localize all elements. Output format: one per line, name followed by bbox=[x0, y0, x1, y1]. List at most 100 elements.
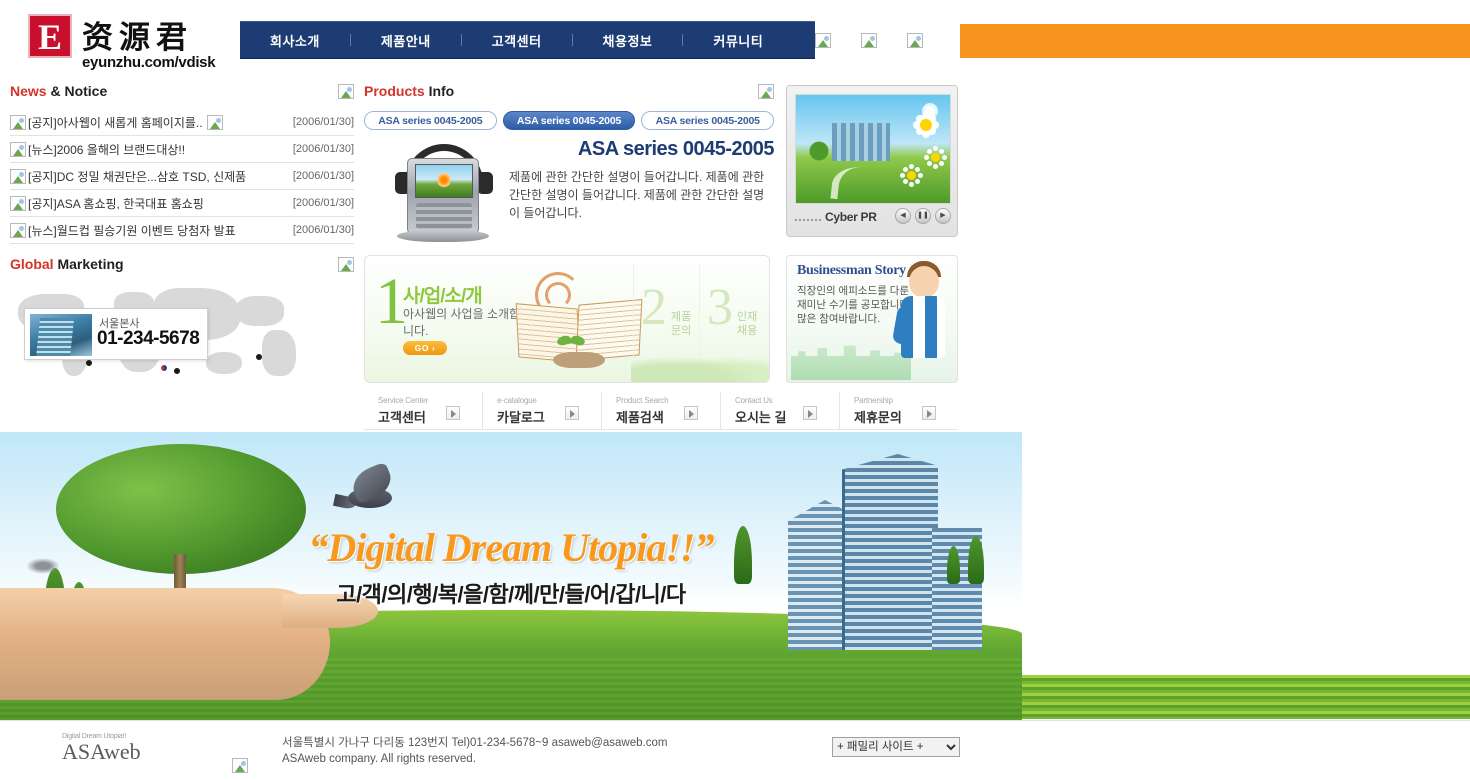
page-root: E 资源君 eyunzhu.com/vdisk 회사소개 제품안내 고객센터 채… bbox=[0, 0, 1470, 780]
quick-link-kr-label: 오시는 길 bbox=[735, 410, 787, 425]
promo-banner[interactable]: 1 사/업/소/개 아사웹의 사업을 소개합니다. GO › 2 제품 문의 3… bbox=[364, 255, 770, 383]
global-more-icon[interactable] bbox=[338, 257, 354, 272]
quick-link-service-center[interactable]: Service Center 고객센터 bbox=[364, 392, 482, 429]
quick-link-kr-label: 제휴문의 bbox=[854, 410, 902, 425]
hero-banner: “Digital Dream Utopia!!” 고/객/의/행/복/을/함/께… bbox=[0, 432, 1022, 720]
bullet-icon bbox=[10, 222, 26, 238]
news-list-item[interactable]: [뉴스]2006 올해의 브랜드대상!! [2006/01/30] bbox=[10, 136, 354, 163]
go-arrow-icon[interactable] bbox=[922, 406, 936, 420]
quick-link-product-search[interactable]: Product Search 제품검색 bbox=[601, 392, 720, 429]
products-info-section: Products Info ASA series 0045-2005 ASA s… bbox=[364, 83, 775, 255]
header-utility-icons bbox=[815, 33, 923, 48]
go-arrow-icon[interactable] bbox=[684, 406, 698, 420]
promo-go-button[interactable]: GO › bbox=[403, 341, 447, 355]
dotted-divider bbox=[795, 219, 821, 221]
businessman-illustration bbox=[891, 260, 951, 380]
product-title: ASA series 0045-2005 bbox=[577, 138, 775, 160]
new-badge-icon bbox=[206, 114, 223, 130]
nav-item-products[interactable]: 제품안내 bbox=[351, 31, 461, 50]
nav-item-recruit[interactable]: 채용정보 bbox=[573, 31, 683, 50]
broken-image-icon bbox=[232, 758, 248, 773]
promo-title-1: 사/업/소/개 bbox=[403, 286, 483, 307]
product-shadow bbox=[397, 230, 489, 242]
city-skyline-graphic bbox=[832, 123, 890, 161]
businessman-story-banner[interactable]: Businessman Story 직장인의 에피소드를 다룬 재미난 수기를 … bbox=[786, 255, 958, 383]
tab-product-2[interactable]: ASA series 0045-2005 bbox=[502, 111, 636, 130]
news-item-title[interactable]: [공지]DC 정밀 채권단은...삼호 TSD, 신제품 bbox=[28, 168, 246, 185]
footer-logo[interactable]: Digital Dream Utopia!! ASAweb bbox=[62, 733, 141, 764]
bullet-icon bbox=[10, 168, 26, 184]
news-more-icon[interactable] bbox=[338, 84, 354, 99]
next-button[interactable]: ▶ bbox=[935, 208, 951, 224]
pause-button[interactable]: ❚❚ bbox=[915, 208, 931, 224]
pda-screen bbox=[415, 164, 473, 198]
go-arrow-icon[interactable] bbox=[803, 406, 817, 420]
headset-earcup-right bbox=[477, 172, 493, 194]
news-item-title[interactable]: [공지]ASA 홈쇼핑, 한국대표 홈쇼핑 bbox=[28, 195, 204, 212]
product-photo bbox=[389, 140, 499, 245]
header-orange-banner bbox=[960, 24, 1470, 58]
nav-item-customer-center[interactable]: 고객센터 bbox=[462, 31, 572, 50]
pause-icon: ❚❚ bbox=[917, 212, 929, 219]
news-list-item[interactable]: [공지]아사웹이 새롭게 홈페이지를.. [2006/01/30] bbox=[10, 109, 354, 136]
map-marker[interactable] bbox=[174, 368, 180, 374]
map-marker-korea-flag[interactable] bbox=[158, 364, 170, 373]
products-more-icon[interactable] bbox=[758, 84, 774, 99]
broken-image-icon[interactable] bbox=[861, 33, 877, 48]
news-list-item[interactable]: [공지]DC 정밀 채권단은...삼호 TSD, 신제품 [2006/01/30… bbox=[10, 163, 354, 190]
map-marker[interactable] bbox=[86, 360, 92, 366]
quick-link-en-label: Product Search bbox=[616, 396, 669, 405]
logo-mark-icon: E bbox=[28, 14, 72, 58]
tab-product-1[interactable]: ASA series 0045-2005 bbox=[364, 111, 497, 130]
bullet-icon bbox=[10, 141, 26, 157]
prev-button[interactable]: ◀ bbox=[895, 208, 911, 224]
site-logo[interactable]: E 资源君 eyunzhu.com/vdisk bbox=[10, 14, 230, 71]
news-item-title[interactable]: [공지]아사웹이 새롭게 홈페이지를.. bbox=[28, 114, 203, 131]
news-list-item[interactable]: [공지]ASA 홈쇼핑, 한국대표 홈쇼핑 [2006/01/30] bbox=[10, 190, 354, 217]
open-book-graphic bbox=[515, 272, 647, 370]
news-title-rest: & Notice bbox=[46, 83, 108, 99]
businessman-story-title: Businessman Story bbox=[797, 263, 906, 278]
map-continent-extra bbox=[262, 330, 296, 376]
products-title-accent: Products bbox=[364, 83, 425, 99]
sun-icon bbox=[922, 103, 938, 119]
news-item-date: [2006/01/30] bbox=[292, 116, 354, 128]
news-item-date: [2006/01/30] bbox=[292, 170, 354, 182]
news-list-item[interactable]: [뉴스]월드컵 필승기원 이벤트 당첨자 발표 [2006/01/30] bbox=[10, 217, 354, 244]
quick-link-e-catalogue[interactable]: e-catalogue 카달로그 bbox=[482, 392, 601, 429]
news-section-header: News & Notice bbox=[10, 83, 354, 105]
global-title-accent: Global bbox=[10, 256, 54, 272]
cyber-pr-image[interactable] bbox=[795, 94, 951, 204]
family-site-select[interactable]: + 패밀리 사이트 + bbox=[832, 737, 960, 757]
go-arrow-icon[interactable] bbox=[565, 406, 579, 420]
map-marker[interactable] bbox=[256, 354, 262, 360]
news-item-title[interactable]: [뉴스]2006 올해의 브랜드대상!! bbox=[28, 141, 185, 158]
world-map[interactable]: 서울본사 01-234-5678 bbox=[10, 278, 354, 406]
global-title-rest: Marketing bbox=[53, 256, 124, 272]
promo-subtitle-1: 아사웹의 사업을 소개합니다. bbox=[403, 307, 521, 338]
quick-link-contact-us[interactable]: Contact Us 오시는 길 bbox=[720, 392, 839, 429]
broken-image-icon[interactable] bbox=[815, 33, 831, 48]
products-section-header: Products Info bbox=[364, 83, 774, 105]
go-arrow-icon[interactable] bbox=[446, 406, 460, 420]
tab-product-3[interactable]: ASA series 0045-2005 bbox=[641, 111, 775, 130]
nav-item-company[interactable]: 회사소개 bbox=[240, 31, 350, 50]
map-continent-east bbox=[236, 296, 284, 326]
promo-grass-graphic bbox=[631, 352, 769, 382]
pda-device bbox=[407, 158, 479, 234]
quick-link-kr-label: 고객센터 bbox=[378, 410, 426, 425]
hero-headline-korean: 고/객/의/행/복/을/함/께/만/들/어/갑/니/다 bbox=[336, 582, 686, 607]
news-item-title[interactable]: [뉴스]월드컵 필승기원 이벤트 당첨자 발표 bbox=[28, 222, 236, 239]
nav-item-community[interactable]: 커뮤니티 bbox=[683, 31, 793, 50]
promo-label-3: 인재 채용 bbox=[737, 311, 758, 337]
logo-chinese-name: 资源君 bbox=[82, 20, 193, 56]
castle-graphic bbox=[791, 345, 911, 380]
pda-keypad bbox=[416, 203, 472, 229]
promo-number-2: 2 bbox=[641, 279, 667, 336]
cyber-pr-label: Cyber PR bbox=[825, 210, 877, 224]
quick-link-partnership[interactable]: Partnership 제휴문의 bbox=[839, 392, 958, 429]
news-item-date: [2006/01/30] bbox=[292, 224, 354, 236]
broken-image-icon[interactable] bbox=[907, 33, 923, 48]
bullet-icon bbox=[10, 114, 26, 130]
swirl-decoration bbox=[545, 282, 571, 308]
